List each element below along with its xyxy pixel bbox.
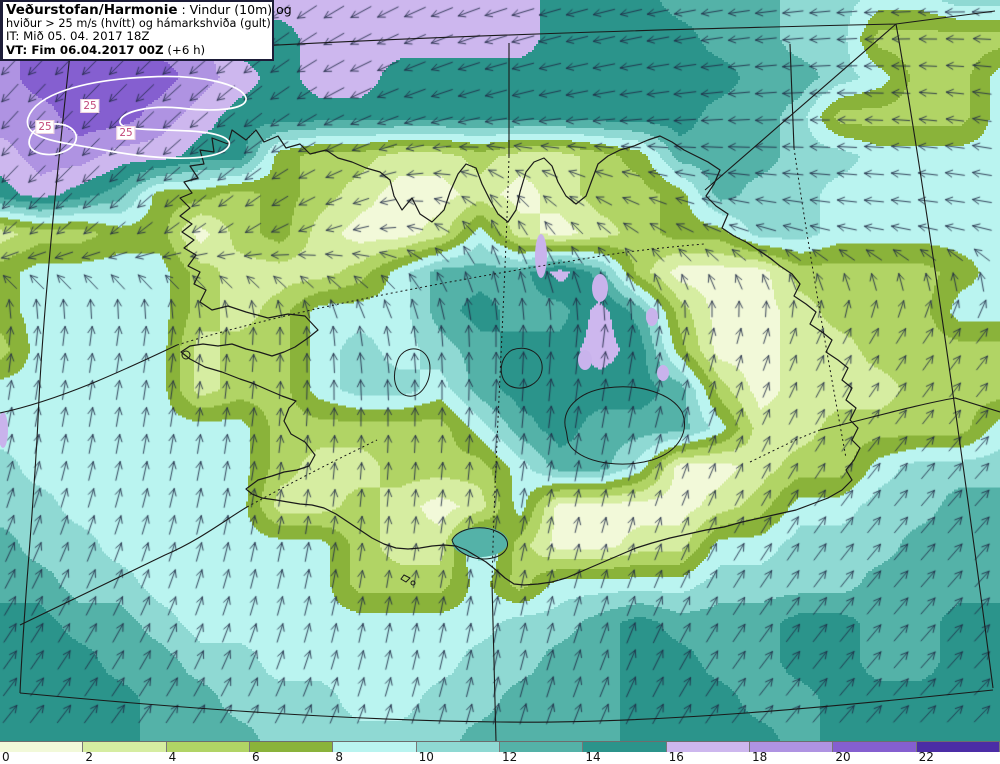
snaefellsjokull-outline: [181, 350, 191, 360]
colorbar-tick: 2: [85, 750, 93, 764]
gust-contour-label: 25: [116, 126, 136, 140]
graticule-dotted-over-land: [176, 147, 847, 584]
frame-bottom-arc: [19, 689, 994, 723]
latitude-arc-w: [0, 344, 178, 414]
colorbar-tick: 6: [251, 750, 260, 764]
colorbar-tick: 8: [335, 750, 343, 764]
langjokull-outline: [394, 348, 431, 397]
colorbar-tick: 12: [501, 750, 518, 764]
iceland-coastline: [179, 129, 861, 586]
colorbar-tick: 10: [418, 750, 434, 764]
latitude-arc-top: [239, 10, 996, 48]
meridian-ne: [789, 43, 795, 149]
gust-contour-label: 25: [80, 99, 100, 113]
model-info-box: Veðurstofan/Harmonie : Vindur (10m) og h…: [0, 0, 292, 61]
glacier-outlines: [181, 347, 685, 560]
colorbar-tick: 20: [835, 750, 851, 764]
init-time: IT: Mið 05. 04. 2017 18Z: [6, 29, 150, 43]
latitude-arc-se: [819, 397, 1000, 431]
colorbar-tick: 18: [751, 750, 768, 764]
colorbar-tick: 4: [168, 750, 177, 764]
meridian-right: [895, 23, 994, 689]
vestmannaeyjar-islands: [400, 574, 416, 586]
weather-map-page: 25 25 25 Veðurstofan/Harmonie : Vindur (10…: [0, 0, 1000, 764]
lavender-wind-patches: [0, 234, 669, 448]
graticule-lines: [0, 0, 1000, 741]
gust-contour-label: 25: [35, 120, 55, 134]
colorbar-tick: 0: [2, 750, 10, 764]
colorbar-tick: 16: [668, 750, 684, 764]
model-title: Veðurstofan/Harmonie : Vindur (10m) og: [6, 2, 292, 18]
meridian-center-bottom: [491, 582, 497, 741]
colorbar-tick-labels: 0 2 4 6 8 10 12 14 16 18 20 22: [0, 750, 1000, 764]
colorbar-tick: 22: [918, 750, 934, 764]
colorbar-tick: 14: [585, 750, 601, 764]
hofsjokull-outline: [500, 347, 543, 389]
meridian-left: [19, 0, 77, 694]
vatnajokull-outline: [564, 386, 685, 465]
map-area: 25 25 25: [0, 0, 1000, 741]
valid-time: VT: Fim 06.04.2017 00Z (+6 h): [6, 43, 206, 57]
map-overlay: [0, 0, 1000, 741]
latitude-arc-sw: [19, 506, 248, 626]
frame-edge-top-right: [704, 23, 897, 191]
